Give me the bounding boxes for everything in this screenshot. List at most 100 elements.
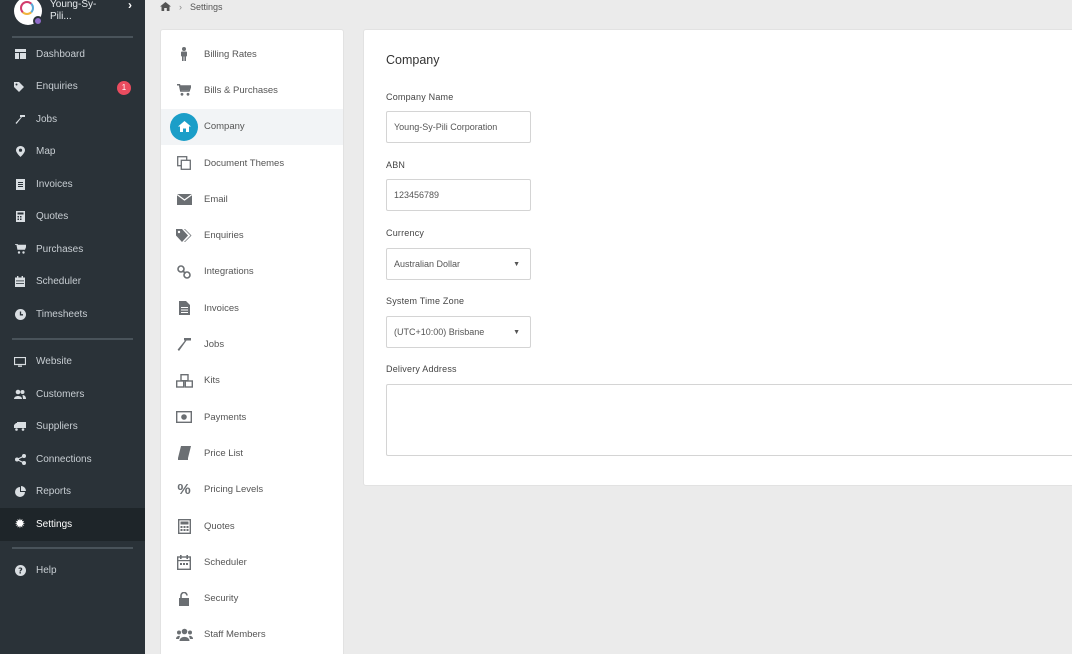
settings-item-quotes[interactable]: Quotes xyxy=(161,508,343,544)
person-icon xyxy=(175,45,193,63)
nav-item-quotes[interactable]: Quotes xyxy=(0,201,145,234)
nav-item-jobs[interactable]: Jobs xyxy=(0,103,145,136)
settings-menu: Billing Rates Bills & Purchases Company … xyxy=(160,29,344,654)
file-icon xyxy=(175,299,193,317)
settings-item-label: Security xyxy=(204,593,239,605)
currency-select[interactable]: Australian Dollar ▼ xyxy=(386,248,531,280)
calendar-icon xyxy=(175,553,193,571)
breadcrumb-current: Settings xyxy=(190,2,223,12)
nav-label: Jobs xyxy=(36,113,58,125)
calculator-icon xyxy=(175,517,193,535)
nav-group-help: ? Help xyxy=(0,555,145,588)
nav-label: Dashboard xyxy=(36,48,85,60)
settings-item-company[interactable]: Company xyxy=(161,108,343,145)
nav-item-purchases[interactable]: Purchases xyxy=(0,233,145,266)
settings-item-billing-rates[interactable]: Billing Rates xyxy=(161,36,343,72)
nav-item-suppliers[interactable]: Suppliers xyxy=(0,411,145,444)
company-name-label: Company Name xyxy=(386,92,454,102)
settings-item-email[interactable]: Email xyxy=(161,181,343,217)
nav-item-invoices[interactable]: Invoices xyxy=(0,168,145,201)
nav-item-reports[interactable]: Reports xyxy=(0,476,145,509)
settings-item-label: Staff Members xyxy=(204,629,266,641)
delivery-address-textarea[interactable] xyxy=(386,384,1072,456)
settings-item-kits[interactable]: Kits xyxy=(161,363,343,399)
settings-item-label: Integrations xyxy=(204,266,254,278)
caret-down-icon: ▼ xyxy=(513,329,520,336)
calendar-icon xyxy=(14,276,26,288)
nav-group-secondary: Website Customers Suppliers Connections … xyxy=(0,346,145,541)
currency-value: Australian Dollar xyxy=(394,259,461,269)
settings-item-enquiries[interactable]: Enquiries xyxy=(161,217,343,253)
cart-icon xyxy=(175,81,193,99)
truck-icon xyxy=(14,421,26,433)
settings-item-jobs[interactable]: Jobs xyxy=(161,326,343,362)
settings-item-security[interactable]: Security xyxy=(161,580,343,616)
settings-item-pricing-levels[interactable]: % Pricing Levels xyxy=(161,472,343,508)
settings-item-label: Scheduler xyxy=(204,556,247,568)
home-icon xyxy=(170,112,198,141)
home-icon[interactable] xyxy=(160,1,171,13)
abn-label: ABN xyxy=(386,160,406,170)
settings-item-staff-members[interactable]: Staff Members xyxy=(161,617,343,653)
nav-label: Website xyxy=(36,356,72,368)
sidebar-divider xyxy=(12,337,133,340)
settings-item-label: Company xyxy=(204,121,245,133)
nav-item-map[interactable]: Map xyxy=(0,136,145,169)
nav-label: Help xyxy=(36,565,57,577)
clock-icon xyxy=(14,308,26,320)
chevron-right-icon[interactable]: › xyxy=(128,0,132,12)
nav-item-scheduler[interactable]: Scheduler xyxy=(0,266,145,299)
settings-item-document-themes[interactable]: Document Themes xyxy=(161,145,343,181)
settings-item-label: Jobs xyxy=(204,339,225,351)
company-logo xyxy=(14,0,43,26)
brand[interactable]: Young-Sy-Pili... › xyxy=(0,0,145,36)
tags-icon xyxy=(14,81,26,93)
gear-icon: ✹ xyxy=(14,516,26,532)
settings-item-invoices[interactable]: Invoices xyxy=(161,290,343,326)
delivery-address-label: Delivery Address xyxy=(386,364,457,374)
nav-item-connections[interactable]: Connections xyxy=(0,443,145,476)
settings-item-scheduler[interactable]: Scheduler xyxy=(161,544,343,580)
envelope-icon xyxy=(175,190,193,208)
nav-label: Purchases xyxy=(36,243,84,255)
abn-field[interactable]: 123456789 xyxy=(386,179,531,211)
nav-item-enquiries[interactable]: Enquiries 1 xyxy=(0,71,145,104)
timezone-value: (UTC+10:00) Brisbane xyxy=(394,327,485,337)
settings-item-label: Payments xyxy=(204,411,247,423)
settings-item-price-list[interactable]: Price List xyxy=(161,435,343,471)
settings-item-label: Pricing Levels xyxy=(204,484,264,496)
tags-icon xyxy=(175,227,193,245)
nav-item-website[interactable]: Website xyxy=(0,346,145,379)
timezone-label: System Time Zone xyxy=(386,296,465,306)
settings-item-bills-purchases[interactable]: Bills & Purchases xyxy=(161,72,343,108)
caret-down-icon: ▼ xyxy=(513,261,520,268)
users-icon xyxy=(175,626,193,644)
nav-item-dashboard[interactable]: Dashboard xyxy=(0,38,145,71)
calculator-icon xyxy=(14,211,26,223)
settings-item-integrations[interactable]: Integrations xyxy=(161,254,343,290)
settings-item-label: Billing Rates xyxy=(204,48,257,60)
nav-label: Quotes xyxy=(36,211,69,223)
nav-item-settings[interactable]: ✹ Settings xyxy=(0,508,145,541)
question-icon: ? xyxy=(14,565,26,577)
timezone-select[interactable]: (UTC+10:00) Brisbane ▼ xyxy=(386,316,531,348)
notification-badge: 1 xyxy=(117,80,131,95)
sidebar-divider xyxy=(12,546,133,549)
settings-item-label: Invoices xyxy=(204,302,239,314)
monitor-icon xyxy=(14,356,26,368)
users-icon xyxy=(14,388,26,400)
company-name-field[interactable]: Young-Sy-Pili Corporation xyxy=(386,111,531,143)
hammer-icon xyxy=(175,336,193,354)
nav-label: Suppliers xyxy=(36,421,78,433)
settings-item-label: Price List xyxy=(204,447,244,459)
nav-label: Connections xyxy=(36,453,92,465)
currency-label: Currency xyxy=(386,228,425,238)
breadcrumb: › Settings xyxy=(160,0,223,14)
nav-item-help[interactable]: ? Help xyxy=(0,555,145,588)
money-icon xyxy=(175,408,193,426)
dashboard-icon xyxy=(14,48,26,60)
settings-item-label: Quotes xyxy=(204,520,235,532)
settings-item-payments[interactable]: Payments xyxy=(161,399,343,435)
nav-item-timesheets[interactable]: Timesheets xyxy=(0,298,145,331)
nav-item-customers[interactable]: Customers xyxy=(0,378,145,411)
